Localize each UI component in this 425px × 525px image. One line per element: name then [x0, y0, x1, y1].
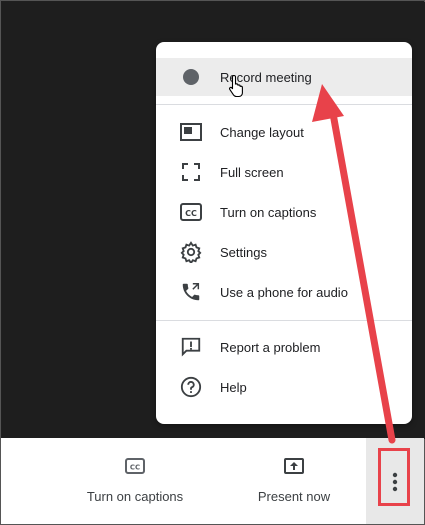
menu-item-label: Full screen: [220, 164, 284, 180]
svg-text:CC: CC: [185, 209, 197, 218]
captions-button-label: Turn on captions: [86, 489, 184, 504]
turn-on-captions-button[interactable]: CC Turn on captions: [79, 438, 191, 524]
menu-divider: [156, 104, 412, 105]
menu-item-label: Help: [220, 379, 247, 395]
closed-captions-icon: CC: [180, 201, 202, 223]
report-icon: [180, 336, 202, 358]
menu-divider: [156, 320, 412, 321]
present-button-label: Present now: [257, 489, 331, 504]
menu-item-label: Turn on captions: [220, 204, 317, 220]
svg-text:CC: CC: [130, 464, 140, 472]
help-icon: [180, 376, 202, 398]
menu-item-full-screen[interactable]: Full screen: [156, 153, 412, 191]
fullscreen-icon: [180, 161, 202, 183]
hand-pointer-cursor-icon: [228, 74, 246, 103]
menu-item-label: Use a phone for audio: [220, 284, 348, 300]
closed-captions-icon: CC: [125, 458, 145, 479]
present-now-button[interactable]: Present now: [249, 438, 339, 524]
layout-icon: [180, 121, 202, 143]
menu-item-turn-on-captions[interactable]: CC Turn on captions: [156, 193, 412, 231]
menu-item-label: Report a problem: [220, 339, 321, 355]
menu-item-phone-audio[interactable]: Use a phone for audio: [156, 273, 412, 311]
menu-item-label: Settings: [220, 244, 267, 260]
menu-item-settings[interactable]: Settings: [156, 233, 412, 271]
menu-item-label: Change layout: [220, 124, 304, 140]
more-options-menu: Record meeting Change layout Full screen…: [156, 42, 412, 424]
menu-item-change-layout[interactable]: Change layout: [156, 113, 412, 151]
phone-icon: [180, 281, 202, 303]
menu-item-help[interactable]: Help: [156, 368, 412, 406]
present-screen-icon: [284, 458, 304, 479]
menu-item-record-meeting[interactable]: Record meeting: [156, 58, 412, 96]
gear-icon: [180, 241, 202, 263]
meeting-controls-bar: CC Turn on captions Present now: [1, 438, 424, 524]
menu-item-report-problem[interactable]: Report a problem: [156, 328, 412, 366]
annotation-highlight-box: [378, 448, 410, 506]
record-dot-icon: [180, 66, 202, 88]
